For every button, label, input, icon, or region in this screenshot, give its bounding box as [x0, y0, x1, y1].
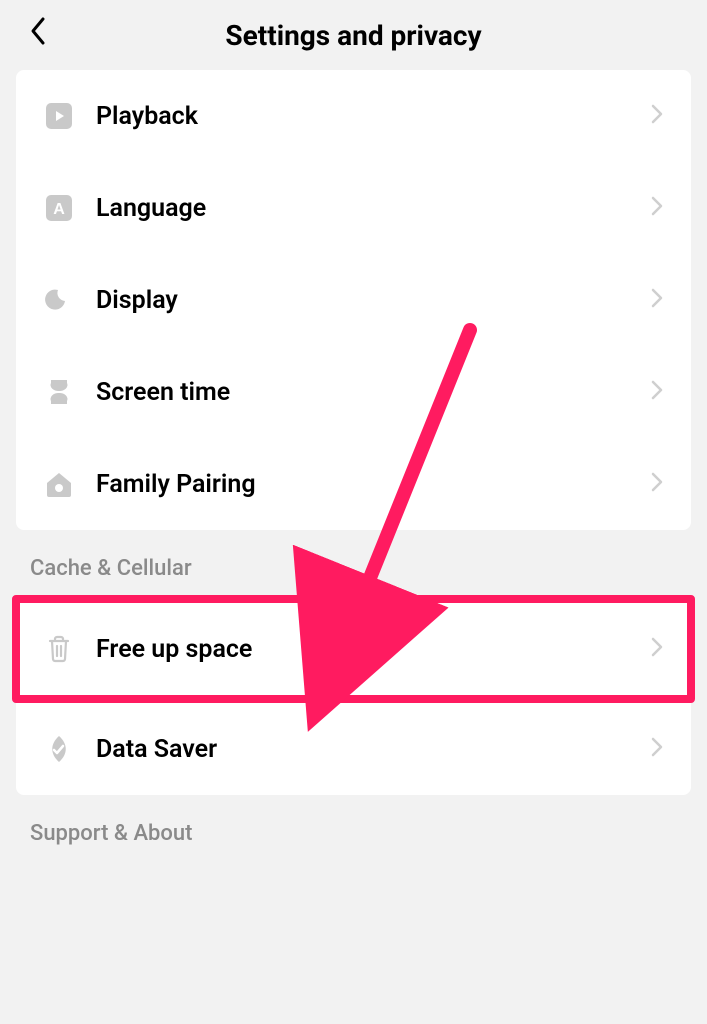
page-title: Settings and privacy: [20, 19, 687, 52]
cache-cellular-header: Cache & Cellular: [0, 530, 707, 599]
playback-item[interactable]: Playback: [16, 70, 691, 162]
free-up-space-label: Free up space: [96, 635, 651, 664]
data-saver-label: Data Saver: [96, 735, 651, 764]
display-label: Display: [96, 286, 651, 315]
screen-time-label: Screen time: [96, 378, 651, 407]
family-pairing-item[interactable]: Family Pairing: [16, 438, 691, 530]
support-about-header: Support & About: [0, 795, 707, 864]
playback-icon: [44, 101, 74, 131]
hourglass-icon: [44, 377, 74, 407]
playback-label: Playback: [96, 102, 651, 131]
chevron-right-icon: [651, 378, 663, 406]
language-icon: A: [44, 193, 74, 223]
header: Settings and privacy: [0, 0, 707, 70]
back-icon: [28, 15, 48, 47]
chevron-right-icon: [651, 635, 663, 663]
svg-text:A: A: [53, 201, 65, 218]
cache-cellular-section: Free up space Data Saver: [16, 595, 691, 795]
chevron-right-icon: [651, 470, 663, 498]
data-saver-item[interactable]: Data Saver: [16, 703, 691, 795]
language-label: Language: [96, 194, 651, 223]
screen-time-item[interactable]: Screen time: [16, 346, 691, 438]
settings-section-1: Playback A Language Display Screen time: [16, 70, 691, 530]
chevron-right-icon: [651, 194, 663, 222]
chevron-right-icon: [651, 102, 663, 130]
chevron-right-icon: [651, 286, 663, 314]
display-item[interactable]: Display: [16, 254, 691, 346]
display-icon: [44, 285, 74, 315]
free-up-space-item[interactable]: Free up space: [12, 595, 695, 703]
trash-icon: [44, 634, 74, 664]
home-icon: [44, 469, 74, 499]
data-saver-icon: [44, 734, 74, 764]
chevron-right-icon: [651, 735, 663, 763]
family-pairing-label: Family Pairing: [96, 470, 651, 499]
language-item[interactable]: A Language: [16, 162, 691, 254]
back-button[interactable]: [28, 15, 48, 55]
